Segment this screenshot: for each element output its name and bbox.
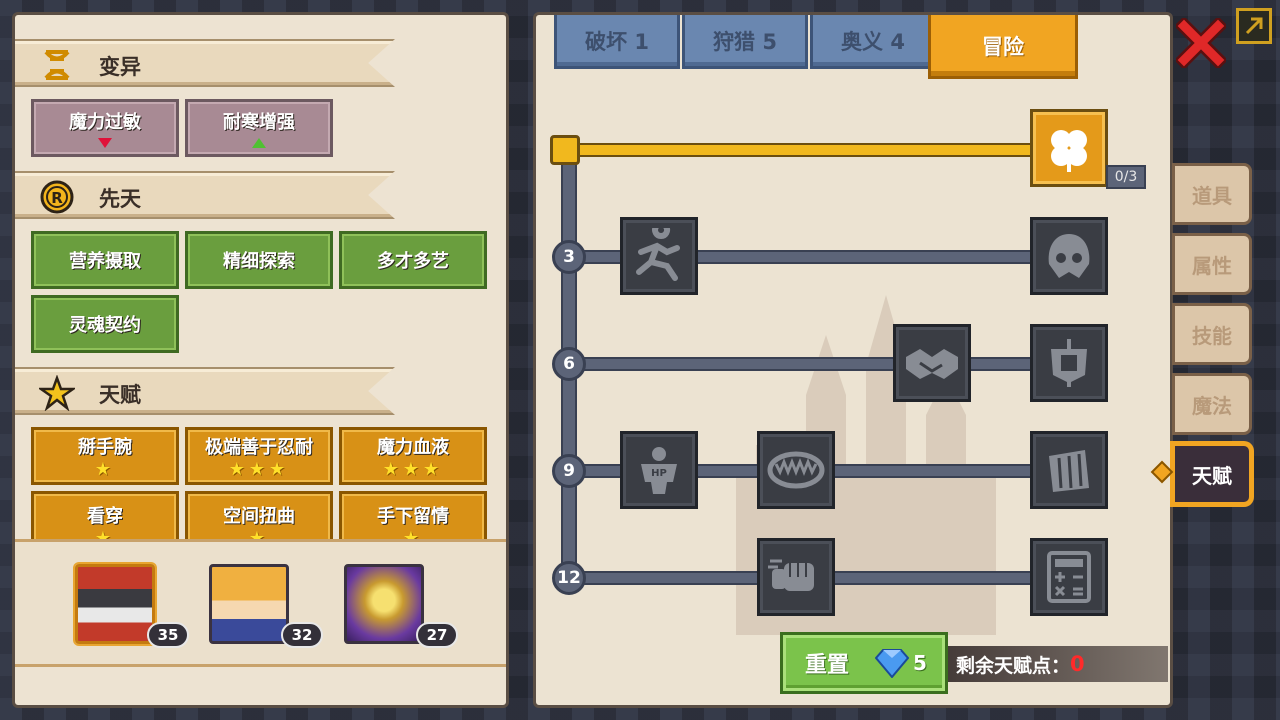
tree-root-node	[550, 135, 580, 165]
mask-skill-node[interactable]	[1030, 217, 1108, 295]
star-rating: ★	[94, 528, 116, 540]
side-tab-skills[interactable]: 技能	[1172, 303, 1252, 365]
side-tab-attributes[interactable]: 属性	[1172, 233, 1252, 295]
decrease-arrow-icon	[98, 138, 112, 148]
tab-destroy[interactable]: 破坏 1	[554, 15, 680, 69]
remaining-value: 0	[1070, 652, 1085, 676]
star-rating: ★★★	[228, 459, 290, 480]
level-badge: 35	[147, 622, 189, 648]
calculator-skill-node[interactable]	[1030, 538, 1108, 616]
traits-scroll-area[interactable]: 变异 魔力过敏 耐寒增强 R 先天 营养摄取 精细探索 多才多艺 灵魂契约 天赋…	[15, 15, 506, 539]
tier-label: 6	[552, 347, 586, 381]
bear-trap-icon	[767, 451, 825, 489]
innate-chip[interactable]: 营养摄取	[31, 231, 179, 289]
tier-label: 9	[552, 454, 586, 488]
clover-skill-node[interactable]	[1030, 109, 1108, 187]
tier-line	[576, 357, 1066, 371]
reset-button[interactable]: 重置 5	[780, 632, 948, 694]
fist-skill-node[interactable]	[757, 538, 835, 616]
hp-muscle-icon: HP	[641, 447, 677, 494]
hp-muscle-skill-node[interactable]: HP	[620, 431, 698, 509]
star-rating: ★	[248, 528, 270, 540]
talent-chip[interactable]: 看穿 ★	[31, 491, 179, 539]
star-rating: ★	[94, 459, 116, 480]
hero-portrait-officer[interactable]	[75, 564, 155, 644]
r-badge-icon: R	[37, 177, 77, 217]
handshake-icon	[906, 349, 958, 379]
hero-roster: 35 32 27	[15, 539, 506, 667]
talent-chip[interactable]: 极端善于忍耐 ★★★	[185, 427, 333, 485]
hooded-mask-icon	[1048, 234, 1090, 278]
section-header-innate: R 先天	[15, 171, 395, 219]
side-tab-magic[interactable]: 魔法	[1172, 373, 1252, 435]
section-title: 先天	[99, 187, 141, 211]
level-badge: 27	[416, 622, 458, 648]
talent-chip[interactable]: 手下留情 ★	[339, 491, 487, 539]
hero-portrait-blonde[interactable]	[209, 564, 289, 644]
level-badge: 32	[281, 622, 323, 648]
svg-text:HP: HP	[651, 468, 667, 479]
hero-portrait-mage[interactable]	[344, 564, 424, 644]
star-rating: ★	[402, 528, 424, 540]
banner-skill-node[interactable]	[1030, 324, 1108, 402]
section-title: 天赋	[99, 383, 141, 407]
tier-label: 12	[552, 561, 586, 595]
mutation-chip[interactable]: 魔力过敏	[31, 99, 179, 157]
remaining-label: 剩余天赋点：	[956, 654, 1071, 677]
tree-root-line	[564, 143, 1044, 157]
clover-icon	[1051, 130, 1087, 172]
talent-chip[interactable]: 魔力血液 ★★★	[339, 427, 487, 485]
crate-skill-node[interactable]	[1030, 431, 1108, 509]
increase-arrow-icon	[252, 138, 266, 148]
dna-icon	[37, 45, 77, 85]
character-info-panel: 变异 魔力过敏 耐寒增强 R 先天 营养摄取 精细探索 多才多艺 灵魂契约 天赋…	[12, 12, 509, 708]
diamond-icon	[875, 649, 910, 678]
tab-hunt[interactable]: 狩猎 5	[682, 15, 808, 69]
innate-chip[interactable]: 灵魂契约	[31, 295, 179, 353]
close-icon[interactable]	[1176, 18, 1226, 68]
fist-icon	[768, 559, 814, 591]
reset-label: 重置	[805, 653, 850, 678]
remaining-points-bar: 剩余天赋点： 0	[948, 646, 1168, 682]
section-header-mutation: 变异	[15, 39, 395, 87]
tab-arcane[interactable]: 奥义 4	[810, 15, 936, 69]
tab-adventure[interactable]: 冒险	[928, 15, 1078, 79]
mutation-chip[interactable]: 耐寒增强	[185, 99, 333, 157]
innate-chip[interactable]: 多才多艺	[339, 231, 487, 289]
talent-tree-panel: 破坏 1 狩猎 5 奥义 4 冒险 0/3 3 6 9 HP 12 重置 5 剩…	[533, 12, 1173, 708]
svg-text:R: R	[51, 189, 63, 207]
section-header-talent: 天赋	[15, 367, 395, 415]
side-tab-items[interactable]: 道具	[1172, 163, 1252, 225]
bear-trap-skill-node[interactable]	[757, 431, 835, 509]
innate-chip[interactable]: 精细探索	[185, 231, 333, 289]
section-title: 变异	[99, 55, 141, 79]
star-rating: ★★★	[382, 459, 444, 480]
war-banner-icon	[1051, 339, 1087, 387]
talent-chip[interactable]: 掰手腕 ★	[31, 427, 179, 485]
tier-label: 3	[552, 240, 586, 274]
handshake-skill-node[interactable]	[893, 324, 971, 402]
leap-skill-node[interactable]	[620, 217, 698, 295]
talent-chip[interactable]: 空间扭曲 ★	[185, 491, 333, 539]
calculator-icon	[1047, 551, 1091, 603]
side-tab-talent[interactable]: 天赋	[1172, 443, 1252, 505]
reset-cost: 5	[913, 651, 927, 675]
root-progress: 0/3	[1106, 165, 1146, 189]
star-icon	[37, 373, 77, 413]
minimap-toggle-icon[interactable]	[1236, 8, 1272, 44]
running-man-icon	[636, 228, 680, 281]
crate-icon	[1049, 450, 1089, 492]
